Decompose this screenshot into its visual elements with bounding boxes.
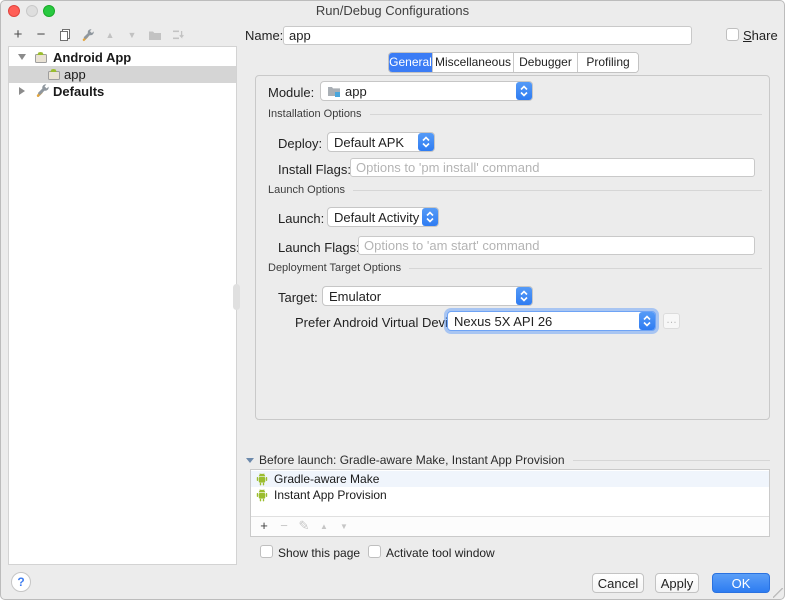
separator-line	[353, 190, 762, 191]
move-down-icon: ▼	[123, 26, 141, 44]
deploy-select[interactable]: Default APK	[327, 132, 435, 152]
android-icon	[256, 489, 268, 502]
separator-line	[409, 268, 762, 269]
chevron-expanded-icon[interactable]	[18, 54, 26, 60]
activate-tool-window-checkbox[interactable]	[368, 545, 381, 558]
avd-more-button[interactable]: …	[663, 313, 680, 329]
dropdown-stepper-icon	[639, 312, 655, 330]
prefer-avd-select[interactable]: Nexus 5X API 26	[447, 311, 656, 331]
titlebar[interactable]: Run/Debug Configurations	[0, 0, 785, 22]
android-app-config-icon	[33, 49, 49, 65]
task-toolbar: + − ✎ ▲ ▼	[251, 516, 769, 536]
defaults-wrench-icon	[35, 83, 51, 99]
tab-debugger[interactable]: Debugger	[514, 53, 578, 72]
launch-options-header: Launch Options	[268, 184, 345, 196]
module-icon	[327, 84, 341, 98]
add-icon[interactable]: +	[9, 26, 27, 44]
move-up-icon: ▲	[101, 26, 119, 44]
module-label: Module:	[268, 85, 314, 100]
prefer-avd-value: Nexus 5X API 26	[454, 314, 552, 329]
cancel-button[interactable]: Cancel	[592, 573, 644, 593]
module-value: app	[345, 84, 367, 99]
launch-options-separator: Launch Options	[268, 184, 762, 196]
panel-splitter-handle[interactable]	[233, 284, 240, 310]
launch-flags-label: Launch Flags:	[278, 240, 360, 255]
before-launch-task-list: Gradle-aware Make Instant App Provision …	[250, 469, 770, 537]
activate-tool-window-label: Activate tool window	[386, 546, 495, 560]
name-input[interactable]	[283, 26, 692, 45]
tree-item-defaults[interactable]: Defaults	[9, 83, 236, 100]
android-icon	[256, 473, 268, 486]
target-value: Emulator	[329, 289, 381, 304]
installation-options-separator: Installation Options	[268, 108, 762, 120]
name-label: Name:	[245, 28, 283, 43]
settings-tab-bar: General Miscellaneous Debugger Profiling	[388, 52, 639, 73]
tab-profiling[interactable]: Profiling	[578, 53, 638, 72]
task-move-down-icon: ▼	[336, 518, 352, 534]
apply-button[interactable]: Apply	[655, 573, 699, 593]
remove-icon[interactable]: −	[32, 26, 50, 44]
target-select[interactable]: Emulator	[322, 286, 533, 306]
sort-configurations-icon	[169, 26, 187, 44]
task-label: Instant App Provision	[274, 488, 387, 502]
tree-item-label: app	[64, 67, 86, 82]
show-this-page-label: Show this page	[278, 546, 360, 560]
before-launch-header[interactable]: Before launch: Gradle-aware Make, Instan…	[246, 453, 770, 467]
deploy-value: Default APK	[334, 135, 404, 150]
window-title: Run/Debug Configurations	[0, 3, 785, 18]
configurations-tree: Android App app Defaults	[8, 46, 237, 565]
task-row-gradle-aware-make[interactable]: Gradle-aware Make	[251, 471, 769, 487]
run-debug-configurations-dialog: Run/Debug Configurations + − ▲ ▼ Android…	[0, 0, 785, 600]
tab-miscellaneous[interactable]: Miscellaneous	[433, 53, 514, 72]
prefer-avd-label: Prefer Android Virtual Device:	[295, 315, 465, 330]
remove-task-icon: −	[276, 518, 292, 534]
edit-task-icon: ✎	[296, 518, 312, 534]
deployment-target-options-header: Deployment Target Options	[268, 262, 401, 274]
launch-value: Default Activity	[334, 210, 419, 225]
module-select[interactable]: app	[320, 81, 533, 101]
tree-item-android-app[interactable]: Android App	[9, 49, 236, 66]
tree-item-label: Defaults	[53, 84, 104, 99]
show-this-page-checkbox[interactable]	[260, 545, 273, 558]
launch-label: Launch:	[278, 211, 324, 226]
task-move-up-icon: ▲	[316, 518, 332, 534]
chevron-collapsed-icon[interactable]	[19, 87, 25, 95]
task-row-instant-app-provision[interactable]: Instant App Provision	[251, 487, 769, 503]
dropdown-stepper-icon	[422, 208, 438, 226]
share-rest: hare	[752, 28, 778, 43]
dropdown-stepper-icon	[418, 133, 434, 151]
edit-defaults-icon[interactable]	[79, 26, 97, 44]
tree-item-app[interactable]: app	[9, 66, 236, 83]
move-to-folder-icon	[146, 26, 164, 44]
android-app-config-icon	[46, 66, 62, 82]
share-label: Share	[743, 28, 778, 43]
launch-flags-input[interactable]	[358, 236, 755, 255]
share-checkbox[interactable]	[726, 28, 739, 41]
ok-button[interactable]: OK	[712, 573, 770, 593]
help-button[interactable]: ?	[11, 572, 31, 592]
before-launch-title: Before launch: Gradle-aware Make, Instan…	[259, 453, 565, 467]
install-flags-label: Install Flags:	[278, 162, 351, 177]
deploy-label: Deploy:	[278, 136, 322, 151]
task-label: Gradle-aware Make	[274, 472, 379, 486]
tab-general[interactable]: General	[389, 53, 433, 72]
collapse-triangle-icon[interactable]	[246, 458, 254, 463]
dropdown-stepper-icon	[516, 82, 532, 100]
copy-configuration-icon[interactable]	[56, 26, 74, 44]
installation-options-header: Installation Options	[268, 108, 362, 120]
separator-line	[370, 114, 762, 115]
target-label: Target:	[278, 290, 318, 305]
add-task-icon[interactable]: +	[256, 518, 272, 534]
deployment-target-options-separator: Deployment Target Options	[268, 262, 762, 274]
separator-line	[573, 460, 771, 461]
tree-item-label: Android App	[53, 50, 131, 65]
launch-select[interactable]: Default Activity	[327, 207, 439, 227]
resize-grip[interactable]	[773, 588, 783, 598]
install-flags-input[interactable]	[350, 158, 755, 177]
share-mnemonic: S	[743, 28, 752, 43]
dropdown-stepper-icon	[516, 287, 532, 305]
